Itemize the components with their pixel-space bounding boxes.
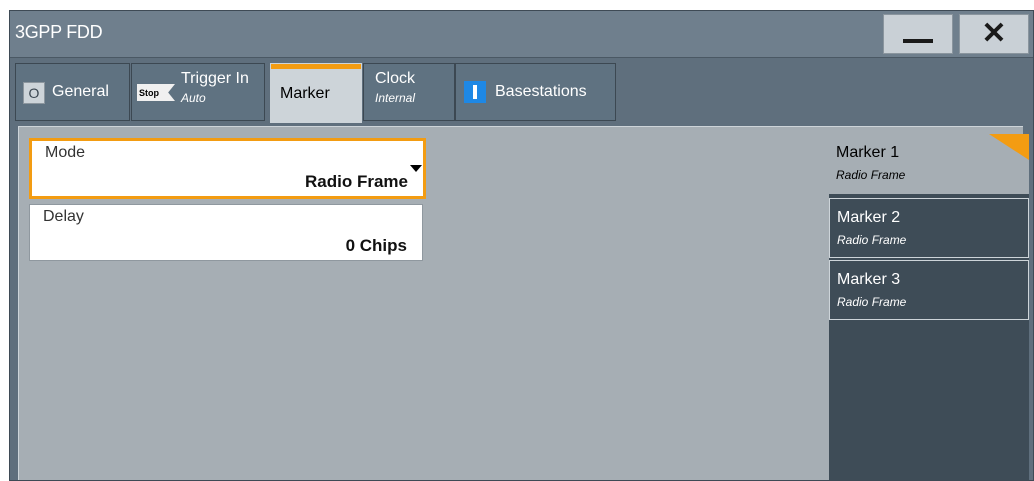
tab-label: Clock: [375, 70, 416, 87]
marker-list: Marker 1 Radio Frame Marker 2 Radio Fram…: [829, 134, 1029, 480]
stop-icon: Stop: [137, 84, 175, 101]
tab-bar: O General Stop Trigger In Auto Marker Cl…: [10, 59, 1033, 123]
mode-label: Mode: [45, 144, 86, 161]
tab-clock[interactable]: Clock Internal: [363, 63, 455, 121]
close-icon: ✕: [981, 17, 1007, 50]
tab-marker[interactable]: Marker: [270, 63, 362, 123]
title-bar: 3GPP FDD ✕: [10, 11, 1033, 58]
tab-trigger-in[interactable]: Stop Trigger In Auto: [131, 63, 265, 121]
dropdown-arrow-icon: [410, 165, 422, 172]
selected-corner-indicator: [989, 134, 1029, 160]
close-button[interactable]: ✕: [959, 14, 1029, 54]
general-status-icon: O: [23, 82, 45, 104]
tab-label: Basestations: [495, 83, 587, 100]
marker-title: Marker 1: [836, 144, 900, 161]
minimize-icon: [903, 39, 933, 43]
tab-sublabel: Internal: [375, 91, 416, 105]
tab-basestations[interactable]: Basestations: [455, 63, 616, 121]
marker-subtitle: Radio Frame: [837, 295, 907, 309]
marker-subtitle: Radio Frame: [837, 233, 907, 247]
tab-sublabel: Auto: [181, 91, 206, 105]
delay-field[interactable]: Delay 0 Chips: [29, 204, 423, 261]
delay-value: 0 Chips: [345, 236, 407, 255]
minimize-button[interactable]: [883, 14, 953, 54]
marker-subtitle: Radio Frame: [836, 168, 906, 182]
marker-2-item[interactable]: Marker 2 Radio Frame: [829, 198, 1029, 258]
marker-3-item[interactable]: Marker 3 Radio Frame: [829, 260, 1029, 320]
mode-dropdown[interactable]: Mode Radio Frame: [29, 138, 426, 199]
marker-title: Marker 3: [837, 271, 901, 288]
window-title: 3GPP FDD: [15, 22, 103, 42]
tab-general[interactable]: O General: [15, 63, 130, 121]
marker-1-item[interactable]: Marker 1 Radio Frame: [829, 134, 1029, 194]
mode-value: Radio Frame: [305, 172, 408, 191]
active-tab-indicator: [271, 64, 361, 69]
tab-label: General: [52, 83, 109, 100]
dialog-window: 3GPP FDD ✕ O General Stop Trigger In Aut…: [9, 10, 1034, 481]
marker-title: Marker 2: [837, 209, 901, 226]
marker-panel: Mode Radio Frame Delay 0 Chips Marker 1 …: [18, 126, 1029, 480]
info-icon: [464, 81, 486, 103]
tab-label: Marker: [280, 85, 330, 102]
tab-label: Trigger In: [181, 70, 249, 87]
delay-label: Delay: [43, 208, 84, 225]
